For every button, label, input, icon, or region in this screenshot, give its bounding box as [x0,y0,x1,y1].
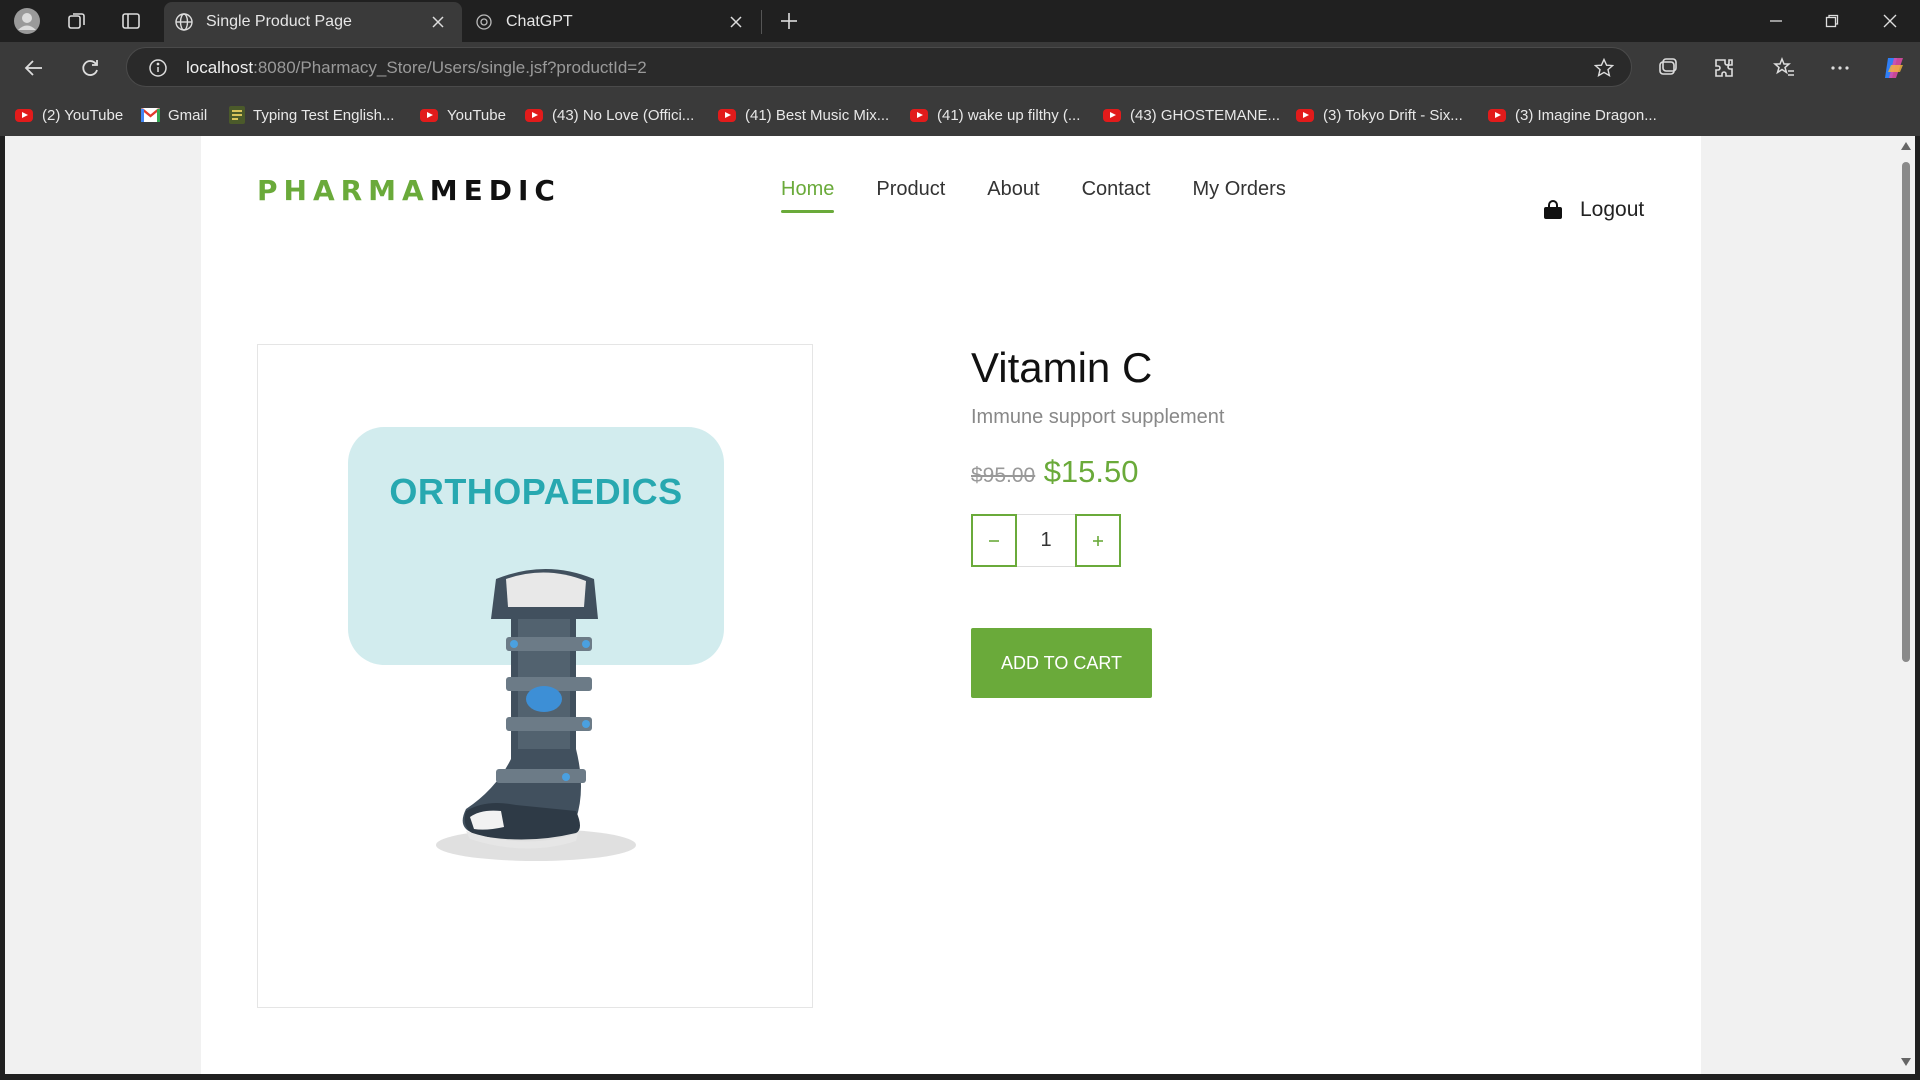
tab-title: Single Product Page [206,13,352,30]
favorite-star-icon[interactable] [1593,57,1615,79]
bookmark-item[interactable]: (2) YouTube [15,103,123,127]
more-menu-icon[interactable] [1826,54,1854,82]
minus-icon [989,539,999,542]
price-block: $95.00 $15.50 [971,454,1139,490]
youtube-icon [718,108,736,122]
page-scrollbar[interactable] [1896,136,1915,1074]
vertical-tabs-icon[interactable] [118,8,144,34]
category-label: ORTHOPAEDICS [389,471,683,512]
nav-about[interactable]: About [987,178,1039,213]
bookmark-item[interactable]: (3) Imagine Dragon... [1488,103,1657,127]
quantity-stepper [971,514,1121,567]
reload-icon[interactable] [76,54,104,82]
reading-mode-icon[interactable] [1654,54,1682,82]
copilot-icon[interactable] [1880,54,1908,82]
window-bottom-edge [0,1074,1920,1080]
bookmark-item[interactable]: (43) GHOSTEMANE... [1103,103,1280,127]
site-info-icon[interactable] [147,57,169,79]
nav-contact[interactable]: Contact [1082,178,1151,213]
site-logo[interactable]: PHARMAMEDIC [257,174,561,207]
scroll-down-arrow-icon[interactable] [1901,1058,1911,1066]
new-tab-icon[interactable] [776,8,802,34]
bookmark-item[interactable]: (41) Best Music Mix... [718,103,889,127]
back-icon[interactable] [20,54,48,82]
gmail-icon [141,108,160,122]
bookmark-item[interactable]: Typing Test English... [229,103,394,127]
youtube-icon [1103,108,1121,122]
current-price: $15.50 [1043,454,1139,489]
bookmark-item[interactable]: Gmail [141,103,207,127]
favorites-icon[interactable] [1770,54,1798,82]
add-to-cart-button[interactable]: ADD TO CART [971,628,1152,698]
shopping-bag-icon[interactable] [1542,199,1564,221]
youtube-icon [910,108,928,122]
decrease-quantity-button[interactable] [971,514,1017,567]
youtube-icon [15,108,33,122]
increase-quantity-button[interactable] [1075,514,1121,567]
page-content: PHARMAMEDIC Home Product About Contact M… [201,136,1701,1074]
address-bar[interactable]: localhost:8080/Pharmacy_Store/Users/sing… [126,47,1632,87]
profile-avatar-icon[interactable] [12,6,42,36]
typing-icon [229,106,245,124]
globe-icon [174,12,194,32]
workspaces-icon[interactable] [64,8,90,34]
tab-chatgpt[interactable]: ChatGPT [464,2,760,42]
plus-icon [1093,535,1103,546]
nav-home[interactable]: Home [781,178,835,213]
bookmarks-bar: (2) YouTube Gmail Typing Test English...… [0,94,1920,136]
browser-toolbar: localhost:8080/Pharmacy_Store/Users/sing… [0,42,1920,94]
main-nav: Home Product About Contact My Orders [781,178,1286,213]
youtube-icon [1296,108,1314,122]
page-viewport: PHARMAMEDIC Home Product About Contact M… [5,136,1901,1074]
scroll-up-arrow-icon[interactable] [1901,142,1911,150]
logout-label[interactable]: Logout [1580,198,1644,222]
quantity-input[interactable] [1017,514,1075,567]
bookmark-item[interactable]: (3) Tokyo Drift - Six... [1296,103,1463,127]
orthopedic-boot-illustration [436,569,636,861]
chatgpt-icon [474,12,494,32]
nav-product[interactable]: Product [876,178,945,213]
product-title: Vitamin C [971,344,1153,391]
restore-icon[interactable] [1818,8,1846,34]
bookmark-item[interactable]: (43) No Love (Offici... [525,103,694,127]
bookmark-item[interactable]: (41) wake up filthy (... [910,103,1080,127]
close-tab-icon[interactable] [726,12,746,32]
youtube-icon [525,108,543,122]
product-description: Immune support supplement [971,406,1225,428]
youtube-icon [420,108,438,122]
tab-single-product-page[interactable]: Single Product Page [164,2,462,42]
minimize-icon[interactable] [1762,8,1790,34]
tab-title: ChatGPT [506,13,573,30]
browser-tab-strip: Single Product Page ChatGPT [0,0,1920,42]
close-window-icon[interactable] [1876,8,1904,34]
scrollbar-thumb[interactable] [1902,162,1910,662]
logout-link[interactable]: Logout [1542,198,1644,222]
nav-my-orders[interactable]: My Orders [1193,178,1286,213]
youtube-icon [1488,108,1506,122]
bookmark-item[interactable]: YouTube [420,103,506,127]
old-price: $95.00 [971,464,1036,487]
close-tab-icon[interactable] [428,12,448,32]
extensions-icon[interactable] [1710,54,1738,82]
url-text[interactable]: localhost:8080/Pharmacy_Store/Users/sing… [186,58,647,78]
tab-divider [761,10,762,34]
product-image: ORTHOPAEDICS [257,344,813,1008]
